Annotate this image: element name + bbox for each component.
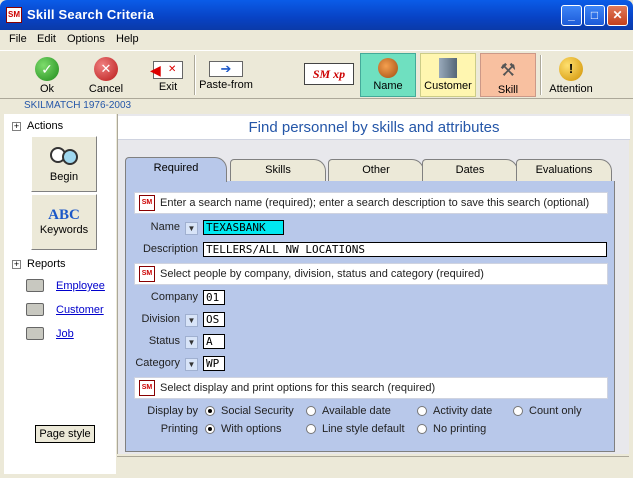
sm-icon: SM	[139, 195, 155, 211]
printing-label: Printing	[160, 423, 198, 435]
brand-bar: SKILMATCH 1976-2003	[0, 99, 633, 113]
building-icon	[439, 58, 457, 78]
printer-icon	[26, 327, 44, 340]
menu-edit[interactable]: Edit	[37, 33, 56, 45]
sm-icon: SM	[139, 266, 155, 282]
radio-with-options[interactable]	[205, 424, 215, 434]
printer-icon	[26, 279, 44, 292]
radio-social-security[interactable]	[205, 406, 215, 416]
radio-no-printing[interactable]	[417, 424, 427, 434]
status-bar	[117, 456, 629, 472]
tab-dates[interactable]: Dates	[422, 159, 518, 181]
actions-group[interactable]: + Actions	[12, 120, 63, 132]
status-label: Status	[148, 335, 180, 347]
section-display-print: SM Select display and print options for t…	[134, 377, 608, 399]
radio-label-count-only: Count only	[529, 405, 582, 417]
required-tab-panel: SM Enter a search name (required); enter …	[125, 181, 615, 452]
division-dropdown-icon[interactable]: ▼	[185, 314, 198, 327]
category-label: Category	[135, 357, 180, 369]
status-field[interactable]: A	[203, 334, 225, 349]
people-icon	[378, 58, 398, 78]
exit-arrow-icon: ◀ ✕	[150, 61, 183, 79]
radio-label-line-style-default: Line style default	[322, 423, 405, 435]
expand-icon[interactable]: +	[12, 122, 21, 131]
magnifier-clock-icon	[48, 145, 80, 169]
exit-button[interactable]: ◀ ✕ Exit	[146, 53, 190, 97]
radio-label-available-date: Available date	[322, 405, 391, 417]
report-employee-link[interactable]: Employee	[26, 279, 105, 292]
app-icon[interactable]: SM	[6, 7, 22, 23]
tab-other[interactable]: Other	[328, 159, 424, 181]
cancel-x-icon: ✕	[94, 57, 118, 81]
radio-label-with-options: With options	[221, 423, 282, 435]
maximize-button[interactable]: □	[584, 5, 605, 26]
paste-arrow-icon: ➔	[209, 61, 243, 77]
name-field[interactable]: TEXASBANK	[203, 220, 284, 235]
company-label: Company	[150, 291, 198, 303]
attention-button[interactable]: ! Attention	[546, 53, 596, 97]
ok-button[interactable]: ✓ Ok	[28, 53, 66, 97]
name-label: Name	[150, 221, 180, 233]
skilmatch-logo: SM xp	[304, 63, 354, 85]
skill-button[interactable]: ⚒ Skill	[480, 53, 536, 97]
category-field[interactable]: WP	[203, 356, 225, 371]
radio-count-only[interactable]	[513, 406, 523, 416]
customer-button[interactable]: Customer	[420, 53, 476, 97]
division-label: Division	[141, 313, 180, 325]
page-title: Find personnel by skills and attributes	[118, 116, 630, 140]
description-field[interactable]: TELLERS/ALL NW LOCATIONS	[203, 242, 607, 257]
toolbar: ✓ Ok ✕ Cancel ◀ ✕ Exit ➔ Paste-from SM xp…	[0, 50, 633, 99]
abc-magnifier-icon: ABC	[48, 207, 80, 223]
expand-icon[interactable]: +	[12, 260, 21, 269]
section-company-division: SM Select people by company, division, st…	[134, 263, 608, 285]
tab-skills[interactable]: Skills	[230, 159, 326, 181]
menu-file[interactable]: File	[9, 33, 27, 45]
radio-line-style-default[interactable]	[306, 424, 316, 434]
cancel-button[interactable]: ✕ Cancel	[84, 53, 128, 97]
begin-button[interactable]: Begin	[31, 136, 97, 192]
minimize-button[interactable]: _	[561, 5, 582, 26]
radio-label-social-security: Social Security	[221, 405, 294, 417]
brand-text: SKILMATCH 1976-2003	[24, 100, 132, 111]
status-dropdown-icon[interactable]: ▼	[185, 336, 198, 349]
radio-label-no-printing: No printing	[433, 423, 487, 435]
description-label: Description	[142, 243, 198, 255]
radio-available-date[interactable]	[306, 406, 316, 416]
report-customer-link[interactable]: Customer	[26, 303, 104, 316]
section-search-name: SM Enter a search name (required); enter …	[134, 192, 608, 214]
window-title: Skill Search Criteria	[27, 7, 155, 22]
menu-help[interactable]: Help	[116, 33, 139, 45]
radio-label-activity-date: Activity date	[433, 405, 493, 417]
radio-activity-date[interactable]	[417, 406, 427, 416]
tab-evaluations[interactable]: Evaluations	[516, 159, 612, 181]
company-field[interactable]: 01	[203, 290, 225, 305]
display-by-label: Display by	[147, 405, 198, 417]
category-dropdown-icon[interactable]: ▼	[185, 358, 198, 371]
keywords-button[interactable]: ABC Keywords	[31, 194, 97, 250]
close-button[interactable]: ✕	[607, 5, 628, 26]
menu-options[interactable]: Options	[67, 33, 105, 45]
tools-icon: ⚒	[499, 60, 517, 80]
sidebar: + Actions Begin ABC Keywords + Reports Emp…	[4, 114, 116, 474]
sm-icon: SM	[139, 380, 155, 396]
printer-icon	[26, 303, 44, 316]
name-dropdown-icon[interactable]: ▼	[185, 222, 198, 235]
reports-group[interactable]: + Reports	[12, 258, 66, 270]
report-job-link[interactable]: Job	[26, 327, 74, 340]
name-button[interactable]: Name	[360, 53, 416, 97]
menu-bar: File Edit Options Help	[0, 30, 633, 49]
title-bar: SM Skill Search Criteria _ □ ✕	[0, 0, 633, 30]
division-field[interactable]: OS	[203, 312, 225, 327]
tab-required[interactable]: Required	[125, 157, 227, 182]
page-style-button[interactable]: Page style	[35, 425, 95, 443]
paste-from-button[interactable]: ➔ Paste-from	[198, 53, 254, 97]
checkmark-icon: ✓	[35, 57, 59, 81]
exclamation-icon: !	[559, 57, 583, 81]
main-panel: Find personnel by skills and attributes …	[117, 114, 630, 454]
